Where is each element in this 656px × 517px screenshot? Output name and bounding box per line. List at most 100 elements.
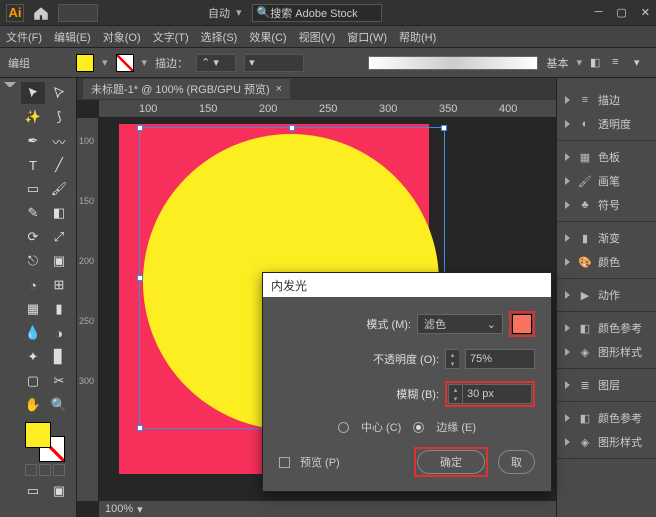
toolbox: ✨⟆ ✒〰 T╱ ▭🖌 ✎◧ ⟳⤢ ⎋▣ ◔⊞ ▦▮ 💧◑ ✦▊ ▢✂ ✋🔍 ▭…	[19, 78, 77, 517]
tab-bar: 未标题-1* @ 100% (RGB/GPU 预览)×	[77, 78, 556, 100]
curvature-tool[interactable]: 〰	[47, 130, 71, 152]
opt-icon-1[interactable]: ◧	[590, 56, 604, 70]
fill-swatch[interactable]	[76, 54, 94, 72]
stroke-profile-dropdown[interactable]: ▾	[244, 54, 304, 72]
panel-actions[interactable]: ▶动作	[557, 283, 656, 307]
slice-tool[interactable]: ✂	[47, 370, 71, 392]
direct-selection-tool[interactable]	[47, 82, 71, 104]
opacity-spinner[interactable]: ▴▾	[445, 349, 459, 369]
home-icon[interactable]	[32, 4, 50, 22]
blend-tool[interactable]: ◑	[47, 322, 71, 344]
perspective-tool[interactable]: ⊞	[47, 274, 71, 296]
panel-stroke[interactable]: ≡描边	[557, 88, 656, 112]
opacity-label: 不透明度 (O):	[373, 351, 439, 367]
free-transform-tool[interactable]: ▣	[47, 250, 71, 272]
type-tool[interactable]: T	[21, 154, 45, 176]
menu-view[interactable]: 视图(V)	[299, 29, 336, 45]
screen-mode-normal[interactable]: ▭	[21, 480, 45, 502]
ruler-vertical: 100150200250300	[77, 118, 99, 501]
maximize-icon[interactable]: ▢	[616, 6, 626, 19]
workspace-dropdown[interactable]	[58, 4, 98, 22]
fill-stroke-indicator[interactable]	[25, 422, 65, 462]
collapse-chevron-icon[interactable]	[4, 82, 16, 88]
panel-graphicstyles-2[interactable]: ◈图形样式	[557, 430, 656, 454]
stroke-label: 描边：	[155, 55, 188, 71]
shaper-tool[interactable]: ✎	[21, 202, 45, 224]
opacity-input[interactable]: 75%	[465, 349, 535, 369]
center-radio[interactable]	[338, 422, 349, 433]
ai-logo: Ai	[6, 4, 24, 22]
lasso-tool[interactable]: ⟆	[47, 106, 71, 128]
panel-graphicstyles[interactable]: ◈图形样式	[557, 340, 656, 364]
eraser-tool[interactable]: ◧	[47, 202, 71, 224]
blur-label: 模糊 (B):	[396, 386, 439, 402]
artboard-tool[interactable]: ▢	[21, 370, 45, 392]
tab-close-icon[interactable]: ×	[276, 83, 282, 95]
stroke-weight-input[interactable]: ⌃ ▾	[196, 54, 236, 72]
glow-color-swatch[interactable]	[512, 314, 532, 334]
stroke-swatch[interactable]	[116, 54, 134, 72]
magic-wand-tool[interactable]: ✨	[21, 106, 45, 128]
line-tool[interactable]: ╱	[47, 154, 71, 176]
menu-file[interactable]: 文件(F)	[6, 29, 42, 45]
menu-select[interactable]: 选择(S)	[201, 29, 238, 45]
panel-transparency[interactable]: ◐透明度	[557, 112, 656, 136]
rectangle-tool[interactable]: ▭	[21, 178, 45, 200]
inner-glow-dialog: 内发光 模式 (M): 滤色⌄ 不透明度 (O): ▴▾ 75% 模糊 (B):…	[262, 272, 552, 492]
rotate-tool[interactable]: ⟳	[21, 226, 45, 248]
shape-builder-tool[interactable]: ◔	[21, 274, 45, 296]
graph-tool[interactable]: ▊	[47, 346, 71, 368]
gradient-mode[interactable]	[39, 464, 51, 476]
menu-edit[interactable]: 编辑(E)	[54, 29, 91, 45]
width-tool[interactable]: ⎋	[21, 250, 45, 272]
eyedropper-tool[interactable]: 💧	[21, 322, 45, 344]
menu-object[interactable]: 对象(O)	[103, 29, 141, 45]
panel-colorguide-2[interactable]: ◧颜色参考	[557, 406, 656, 430]
zoom-tool[interactable]: 🔍	[47, 394, 71, 416]
cancel-button[interactable]: 取	[498, 450, 535, 474]
panel-symbols[interactable]: ♣符号	[557, 193, 656, 217]
opt-icon-2[interactable]: ≡	[612, 56, 626, 70]
symbol-sprayer-tool[interactable]: ✦	[21, 346, 45, 368]
mesh-tool[interactable]: ▦	[21, 298, 45, 320]
menu-help[interactable]: 帮助(H)	[399, 29, 436, 45]
panel-colorguide[interactable]: ◧颜色参考	[557, 316, 656, 340]
document-tab[interactable]: 未标题-1* @ 100% (RGB/GPU 预览)×	[83, 79, 290, 99]
menu-effect[interactable]: 效果(C)	[249, 29, 286, 45]
auto-label[interactable]: 自动	[208, 5, 230, 21]
status-bar: 100%▾	[99, 501, 556, 517]
blur-spinner[interactable]: ▴▾	[448, 384, 462, 404]
gradient-tool[interactable]: ▮	[47, 298, 71, 320]
mode-dropdown[interactable]: 滤色⌄	[417, 314, 503, 334]
screen-mode-full[interactable]: ▣	[47, 480, 71, 502]
mode-label: 模式 (M):	[366, 316, 411, 332]
right-panel: ≡描边 ◐透明度 ▦色板 🖌画笔 ♣符号 ▮渐变 🎨颜色 ▶动作 ◧颜色参考 ◈…	[556, 78, 656, 517]
blur-input[interactable]: 30 px	[462, 384, 532, 404]
pen-tool[interactable]: ✒	[21, 130, 45, 152]
minimize-icon[interactable]: ─	[595, 6, 603, 19]
panel-swatches[interactable]: ▦色板	[557, 145, 656, 169]
selection-tool[interactable]	[21, 82, 45, 104]
zoom-level[interactable]: 100%	[105, 503, 133, 515]
edge-radio[interactable]	[413, 422, 424, 433]
preview-checkbox[interactable]	[279, 457, 290, 468]
preview-label: 预览 (P)	[300, 454, 340, 470]
panel-color[interactable]: 🎨颜色	[557, 250, 656, 274]
menu-type[interactable]: 文字(T)	[153, 29, 189, 45]
paintbrush-tool[interactable]: 🖌	[47, 178, 71, 200]
opt-icon-3[interactable]: ▾	[634, 56, 648, 70]
color-mode[interactable]	[25, 464, 37, 476]
panel-brushes[interactable]: 🖌画笔	[557, 169, 656, 193]
brush-definition[interactable]	[368, 56, 538, 70]
search-input[interactable]: 🔍 搜索 Adobe Stock	[252, 4, 382, 22]
ok-button[interactable]: 确定	[417, 450, 485, 474]
close-icon[interactable]: ✕	[641, 6, 650, 19]
none-mode[interactable]	[53, 464, 65, 476]
dialog-title: 内发光	[263, 273, 551, 297]
center-label: 中心 (C)	[361, 419, 401, 435]
hand-tool[interactable]: ✋	[21, 394, 45, 416]
menu-window[interactable]: 窗口(W)	[347, 29, 387, 45]
panel-gradient[interactable]: ▮渐变	[557, 226, 656, 250]
panel-layers[interactable]: ≣图层	[557, 373, 656, 397]
scale-tool[interactable]: ⤢	[47, 226, 71, 248]
